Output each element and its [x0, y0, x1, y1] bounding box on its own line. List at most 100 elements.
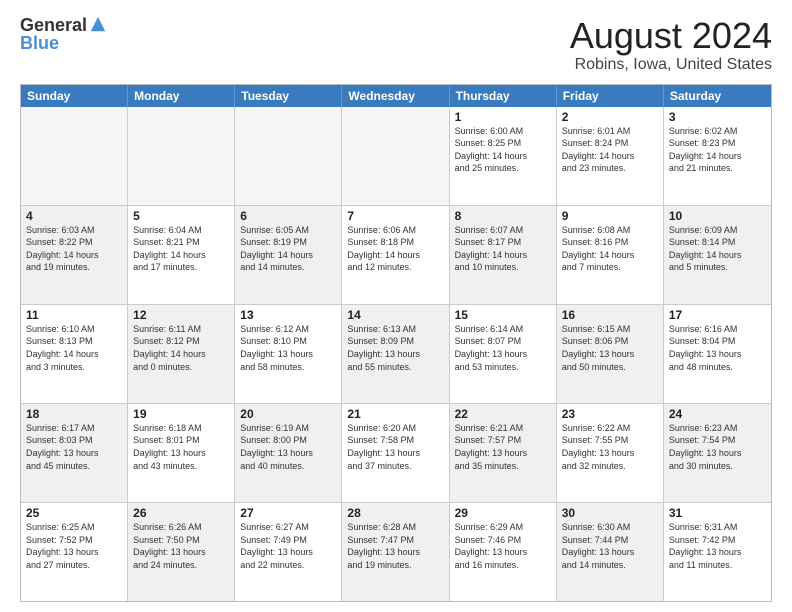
day-info: Sunrise: 6:19 AM Sunset: 8:00 PM Dayligh…: [240, 422, 336, 472]
day-info: Sunrise: 6:15 AM Sunset: 8:06 PM Dayligh…: [562, 323, 658, 373]
header-day-monday: Monday: [128, 85, 235, 107]
day-number: 2: [562, 110, 658, 124]
day-info: Sunrise: 6:09 AM Sunset: 8:14 PM Dayligh…: [669, 224, 766, 274]
day-number: 30: [562, 506, 658, 520]
day-info: Sunrise: 6:26 AM Sunset: 7:50 PM Dayligh…: [133, 521, 229, 571]
day-info: Sunrise: 6:20 AM Sunset: 7:58 PM Dayligh…: [347, 422, 443, 472]
day-info: Sunrise: 6:07 AM Sunset: 8:17 PM Dayligh…: [455, 224, 551, 274]
day-info: Sunrise: 6:30 AM Sunset: 7:44 PM Dayligh…: [562, 521, 658, 571]
day-cell-3: 3Sunrise: 6:02 AM Sunset: 8:23 PM Daylig…: [664, 107, 771, 205]
day-info: Sunrise: 6:04 AM Sunset: 8:21 PM Dayligh…: [133, 224, 229, 274]
location: Robins, Iowa, United States: [570, 56, 772, 74]
header-day-thursday: Thursday: [450, 85, 557, 107]
day-cell-24: 24Sunrise: 6:23 AM Sunset: 7:54 PM Dayli…: [664, 404, 771, 502]
day-info: Sunrise: 6:05 AM Sunset: 8:19 PM Dayligh…: [240, 224, 336, 274]
day-number: 18: [26, 407, 122, 421]
day-info: Sunrise: 6:16 AM Sunset: 8:04 PM Dayligh…: [669, 323, 766, 373]
day-info: Sunrise: 6:27 AM Sunset: 7:49 PM Dayligh…: [240, 521, 336, 571]
day-cell-29: 29Sunrise: 6:29 AM Sunset: 7:46 PM Dayli…: [450, 503, 557, 601]
calendar-row-0: 1Sunrise: 6:00 AM Sunset: 8:25 PM Daylig…: [21, 107, 771, 206]
day-number: 1: [455, 110, 551, 124]
day-number: 10: [669, 209, 766, 223]
day-info: Sunrise: 6:06 AM Sunset: 8:18 PM Dayligh…: [347, 224, 443, 274]
day-info: Sunrise: 6:31 AM Sunset: 7:42 PM Dayligh…: [669, 521, 766, 571]
day-cell-18: 18Sunrise: 6:17 AM Sunset: 8:03 PM Dayli…: [21, 404, 128, 502]
day-number: 11: [26, 308, 122, 322]
day-number: 29: [455, 506, 551, 520]
day-info: Sunrise: 6:00 AM Sunset: 8:25 PM Dayligh…: [455, 125, 551, 175]
calendar-row-2: 11Sunrise: 6:10 AM Sunset: 8:13 PM Dayli…: [21, 305, 771, 404]
header-day-friday: Friday: [557, 85, 664, 107]
header: General Blue August 2024 Robins, Iowa, U…: [20, 16, 772, 74]
day-info: Sunrise: 6:17 AM Sunset: 8:03 PM Dayligh…: [26, 422, 122, 472]
day-info: Sunrise: 6:10 AM Sunset: 8:13 PM Dayligh…: [26, 323, 122, 373]
day-cell-13: 13Sunrise: 6:12 AM Sunset: 8:10 PM Dayli…: [235, 305, 342, 403]
day-cell-30: 30Sunrise: 6:30 AM Sunset: 7:44 PM Dayli…: [557, 503, 664, 601]
day-cell-19: 19Sunrise: 6:18 AM Sunset: 8:01 PM Dayli…: [128, 404, 235, 502]
day-number: 12: [133, 308, 229, 322]
day-number: 14: [347, 308, 443, 322]
day-info: Sunrise: 6:08 AM Sunset: 8:16 PM Dayligh…: [562, 224, 658, 274]
empty-cell-0-1: [128, 107, 235, 205]
day-number: 6: [240, 209, 336, 223]
header-day-saturday: Saturday: [664, 85, 771, 107]
day-cell-4: 4Sunrise: 6:03 AM Sunset: 8:22 PM Daylig…: [21, 206, 128, 304]
day-number: 25: [26, 506, 122, 520]
day-info: Sunrise: 6:18 AM Sunset: 8:01 PM Dayligh…: [133, 422, 229, 472]
day-info: Sunrise: 6:23 AM Sunset: 7:54 PM Dayligh…: [669, 422, 766, 472]
day-info: Sunrise: 6:02 AM Sunset: 8:23 PM Dayligh…: [669, 125, 766, 175]
day-info: Sunrise: 6:29 AM Sunset: 7:46 PM Dayligh…: [455, 521, 551, 571]
day-number: 7: [347, 209, 443, 223]
day-cell-31: 31Sunrise: 6:31 AM Sunset: 7:42 PM Dayli…: [664, 503, 771, 601]
day-number: 16: [562, 308, 658, 322]
day-info: Sunrise: 6:11 AM Sunset: 8:12 PM Dayligh…: [133, 323, 229, 373]
day-cell-2: 2Sunrise: 6:01 AM Sunset: 8:24 PM Daylig…: [557, 107, 664, 205]
day-cell-10: 10Sunrise: 6:09 AM Sunset: 8:14 PM Dayli…: [664, 206, 771, 304]
calendar-header: SundayMondayTuesdayWednesdayThursdayFrid…: [21, 85, 771, 107]
calendar-row-4: 25Sunrise: 6:25 AM Sunset: 7:52 PM Dayli…: [21, 503, 771, 601]
day-number: 20: [240, 407, 336, 421]
calendar-body: 1Sunrise: 6:00 AM Sunset: 8:25 PM Daylig…: [21, 107, 771, 601]
calendar-row-1: 4Sunrise: 6:03 AM Sunset: 8:22 PM Daylig…: [21, 206, 771, 305]
day-number: 28: [347, 506, 443, 520]
header-day-sunday: Sunday: [21, 85, 128, 107]
day-cell-14: 14Sunrise: 6:13 AM Sunset: 8:09 PM Dayli…: [342, 305, 449, 403]
day-info: Sunrise: 6:21 AM Sunset: 7:57 PM Dayligh…: [455, 422, 551, 472]
day-number: 9: [562, 209, 658, 223]
day-number: 24: [669, 407, 766, 421]
day-number: 27: [240, 506, 336, 520]
day-cell-8: 8Sunrise: 6:07 AM Sunset: 8:17 PM Daylig…: [450, 206, 557, 304]
day-info: Sunrise: 6:13 AM Sunset: 8:09 PM Dayligh…: [347, 323, 443, 373]
day-cell-9: 9Sunrise: 6:08 AM Sunset: 8:16 PM Daylig…: [557, 206, 664, 304]
day-cell-17: 17Sunrise: 6:16 AM Sunset: 8:04 PM Dayli…: [664, 305, 771, 403]
day-cell-16: 16Sunrise: 6:15 AM Sunset: 8:06 PM Dayli…: [557, 305, 664, 403]
day-cell-6: 6Sunrise: 6:05 AM Sunset: 8:19 PM Daylig…: [235, 206, 342, 304]
logo-icon: [89, 15, 107, 33]
day-number: 17: [669, 308, 766, 322]
page: General Blue August 2024 Robins, Iowa, U…: [0, 0, 792, 612]
day-number: 22: [455, 407, 551, 421]
day-cell-27: 27Sunrise: 6:27 AM Sunset: 7:49 PM Dayli…: [235, 503, 342, 601]
logo-general: General: [20, 16, 87, 34]
calendar-container: SundayMondayTuesdayWednesdayThursdayFrid…: [20, 84, 772, 602]
day-cell-26: 26Sunrise: 6:26 AM Sunset: 7:50 PM Dayli…: [128, 503, 235, 601]
day-number: 13: [240, 308, 336, 322]
day-cell-21: 21Sunrise: 6:20 AM Sunset: 7:58 PM Dayli…: [342, 404, 449, 502]
day-number: 21: [347, 407, 443, 421]
day-cell-28: 28Sunrise: 6:28 AM Sunset: 7:47 PM Dayli…: [342, 503, 449, 601]
calendar-row-3: 18Sunrise: 6:17 AM Sunset: 8:03 PM Dayli…: [21, 404, 771, 503]
day-cell-1: 1Sunrise: 6:00 AM Sunset: 8:25 PM Daylig…: [450, 107, 557, 205]
day-cell-23: 23Sunrise: 6:22 AM Sunset: 7:55 PM Dayli…: [557, 404, 664, 502]
empty-cell-0-3: [342, 107, 449, 205]
day-cell-22: 22Sunrise: 6:21 AM Sunset: 7:57 PM Dayli…: [450, 404, 557, 502]
empty-cell-0-2: [235, 107, 342, 205]
logo-text: General Blue: [20, 16, 107, 52]
day-number: 19: [133, 407, 229, 421]
day-info: Sunrise: 6:14 AM Sunset: 8:07 PM Dayligh…: [455, 323, 551, 373]
day-cell-25: 25Sunrise: 6:25 AM Sunset: 7:52 PM Dayli…: [21, 503, 128, 601]
day-number: 3: [669, 110, 766, 124]
day-number: 23: [562, 407, 658, 421]
day-cell-7: 7Sunrise: 6:06 AM Sunset: 8:18 PM Daylig…: [342, 206, 449, 304]
day-number: 31: [669, 506, 766, 520]
day-info: Sunrise: 6:01 AM Sunset: 8:24 PM Dayligh…: [562, 125, 658, 175]
